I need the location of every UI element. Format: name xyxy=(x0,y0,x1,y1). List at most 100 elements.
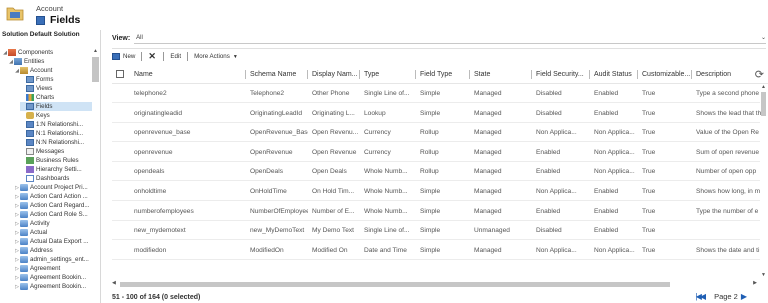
table-cell: Type the number of e xyxy=(696,207,759,215)
tree-item[interactable]: Forms xyxy=(20,75,92,84)
column-header-label: Name xyxy=(134,70,153,78)
table-cell: Managed xyxy=(474,207,502,215)
table-cell: originatingleadid xyxy=(134,109,183,117)
tree-item[interactable]: ▷ Action Card Action ... xyxy=(14,192,92,201)
tree-item[interactable]: ◢ Account xyxy=(14,66,92,75)
entity-icon xyxy=(20,184,28,191)
tree-item[interactable]: Views xyxy=(20,84,92,93)
tree-item[interactable]: Charts xyxy=(20,93,92,102)
table-row[interactable]: modifiedon ModifiedOn Modified On Date and … xyxy=(112,241,760,260)
grid-horizontal-scrollbar[interactable]: ◀ ▶ xyxy=(112,280,757,288)
grid-vertical-scrollbar[interactable]: ▲ ▼ xyxy=(760,84,767,278)
table-cell: Enabled xyxy=(536,148,561,156)
tree-item[interactable]: Keys xyxy=(20,111,92,120)
refresh-icon[interactable]: ⟳ xyxy=(755,68,764,81)
sidebar-scrollbar[interactable]: ▲ xyxy=(92,48,99,298)
tree-item[interactable]: ▷ Actual Data Export ... xyxy=(14,237,92,246)
tree-item[interactable]: ▷ Account Project Pri... xyxy=(14,183,92,192)
tree-item-label: Actual Data Export ... xyxy=(30,238,89,245)
tree-item[interactable]: 1:N Relationshi... xyxy=(20,120,92,129)
column-header-label: Type xyxy=(364,70,380,78)
tree-item-label: Entities xyxy=(24,58,45,65)
entity-icon xyxy=(20,283,28,290)
tree-item-label: Business Rules xyxy=(36,157,79,164)
table-cell xyxy=(692,221,766,240)
view-select[interactable]: All ⌄ xyxy=(134,33,766,44)
select-all-cell[interactable] xyxy=(112,64,130,84)
table-cell: Number of E... xyxy=(312,207,355,215)
relationship-icon xyxy=(26,121,34,128)
table-cell: Simple xyxy=(420,207,441,215)
tree-item[interactable]: ▷ admin_settings_ent... xyxy=(14,255,92,264)
charts-icon xyxy=(26,94,34,101)
table-cell: On Hold Tim... xyxy=(312,188,355,195)
column-header[interactable]: Field Type xyxy=(416,64,470,84)
tree-item[interactable]: ▷ Actual xyxy=(14,228,92,237)
toolbar-separator xyxy=(163,52,165,61)
tree-item[interactable]: ▷ Action Card Role S... xyxy=(14,210,92,219)
tree-item[interactable]: Dashboards xyxy=(20,174,92,183)
table-row[interactable]: opendeals OpenDeals Open Deals Whole Numb..… xyxy=(112,162,760,182)
column-header[interactable]: Audit Status xyxy=(590,64,638,84)
grid-vscroll-thumb[interactable] xyxy=(761,92,766,116)
table-cell: Simple xyxy=(420,90,441,97)
next-page-icon[interactable]: ▶ xyxy=(741,292,747,301)
table-row[interactable]: telephone2 Telephone2 Other Phone Single Li… xyxy=(112,84,760,103)
tree-item-label: Action Card Role S... xyxy=(30,211,88,218)
sidebar-scroll-thumb[interactable] xyxy=(92,57,99,82)
scroll-up-icon[interactable]: ▲ xyxy=(760,84,767,90)
tree-item[interactable]: N:1 Relationshi... xyxy=(20,129,92,138)
tree-item-label: Activity xyxy=(30,220,50,227)
tree-item[interactable]: ◢ Entities xyxy=(8,57,92,66)
tree-item[interactable]: Hierarchy Setti... xyxy=(20,165,92,174)
fields-grid: Name Schema Name Display Nam... Type Field T… xyxy=(112,64,768,279)
table-row[interactable]: new_mydemotext new_MyDemoText My Demo Text… xyxy=(112,221,760,241)
scroll-right-icon[interactable]: ▶ xyxy=(753,280,757,286)
tree-item-label: Components xyxy=(18,49,54,56)
first-page-icon[interactable]: |◀◀ xyxy=(696,292,706,301)
tree-item[interactable]: ▷ Address xyxy=(14,246,92,255)
tree-item[interactable]: ▷ Agreement xyxy=(14,264,92,273)
more-actions-button[interactable]: More Actions ▼ xyxy=(194,53,238,60)
tree-item[interactable]: ▷ Agreement Bookin... xyxy=(14,282,92,291)
column-header[interactable]: Type xyxy=(360,64,416,84)
tree-item-label: Action Card Action ... xyxy=(30,193,88,200)
relationship-icon xyxy=(26,139,34,146)
tree-item[interactable]: ▷ Agreement Bookin... xyxy=(14,273,92,282)
table-cell: Enabled xyxy=(594,188,619,195)
column-header[interactable]: Field Security... xyxy=(532,64,590,84)
table-cell: Disabled xyxy=(536,227,562,235)
delete-button[interactable]: ✕ xyxy=(148,51,157,62)
table-cell: modifiedon xyxy=(134,246,167,254)
tree-item[interactable]: Fields xyxy=(20,102,92,111)
select-all-checkbox[interactable] xyxy=(116,70,124,78)
column-header[interactable]: Schema Name xyxy=(246,64,308,84)
column-header[interactable]: Name xyxy=(130,64,246,84)
tree-item-label: Charts xyxy=(36,94,55,101)
grid-hscroll-thumb[interactable] xyxy=(120,282,670,287)
table-cell: Currency xyxy=(364,148,391,156)
table-row[interactable]: numberofemployees NumberOfEmployees Number… xyxy=(112,202,760,221)
table-row[interactable]: openrevenue_base OpenRevenue_Base Open Rev… xyxy=(112,123,760,143)
scroll-left-icon[interactable]: ◀ xyxy=(112,280,116,286)
scroll-down-icon[interactable]: ▼ xyxy=(760,272,767,278)
tree-item[interactable]: ▷ Action Card Regard... xyxy=(14,201,92,210)
table-cell: telephone2 xyxy=(134,90,167,97)
scroll-up-icon[interactable]: ▲ xyxy=(92,48,99,54)
tree-item[interactable]: Business Rules xyxy=(20,156,92,165)
entity-icon xyxy=(20,238,28,245)
table-row[interactable]: onholdtime OnHoldTime On Hold Tim... Whole … xyxy=(112,182,760,201)
column-header[interactable]: State xyxy=(470,64,532,84)
tree-item[interactable]: ◢ Components xyxy=(2,48,92,57)
tree-item[interactable]: N:N Relationshi... xyxy=(20,138,92,147)
edit-button[interactable]: Edit xyxy=(170,53,181,60)
entity-icon xyxy=(20,220,28,227)
tree-item[interactable]: ▷ Activity xyxy=(14,219,92,228)
table-row[interactable]: openrevenue OpenRevenue Open Revenue Curren… xyxy=(112,143,760,162)
new-button[interactable]: New xyxy=(112,53,135,60)
keys-icon xyxy=(26,112,34,119)
column-header[interactable]: Customizable... xyxy=(638,64,692,84)
tree-item[interactable]: Messages xyxy=(20,147,92,156)
column-header[interactable]: Display Nam... xyxy=(308,64,360,84)
table-row[interactable]: originatingleadid OriginatingLeadId Origin… xyxy=(112,104,761,123)
